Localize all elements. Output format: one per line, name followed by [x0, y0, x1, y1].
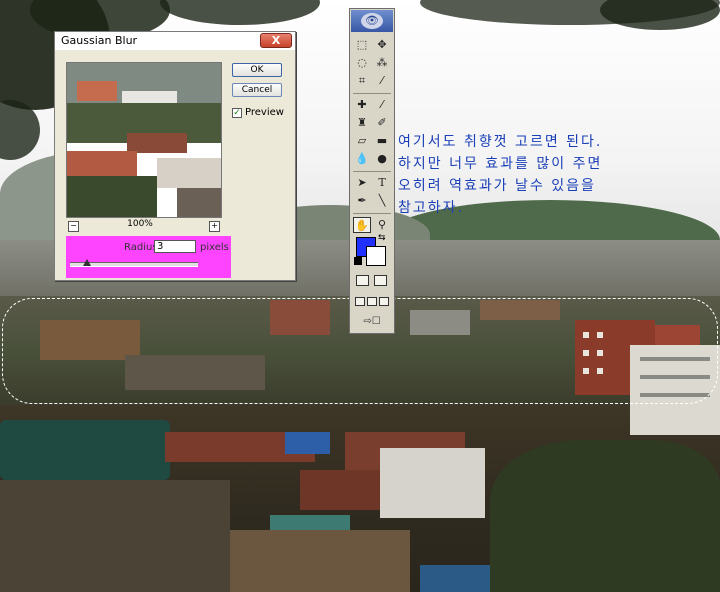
brush-tool-icon[interactable]: ⁄: [373, 97, 391, 113]
dodge-tool-icon[interactable]: ●: [373, 151, 391, 167]
magic-wand-tool-icon[interactable]: ⁂: [373, 55, 391, 71]
cancel-button[interactable]: Cancel: [232, 83, 282, 97]
close-button[interactable]: X: [260, 33, 292, 48]
standard-mode-button[interactable]: [356, 275, 369, 286]
radius-input[interactable]: 3: [154, 240, 196, 253]
house-blue-roof: [285, 432, 330, 454]
note-line: 여기서도 취향껏 고르면 된다.: [398, 134, 603, 150]
tree-foliage: [490, 440, 720, 592]
house-green-roof: [0, 420, 170, 480]
toolbox-divider: [353, 213, 391, 214]
dialog-title: Gaussian Blur: [55, 32, 295, 50]
ok-button[interactable]: OK: [232, 63, 282, 77]
eraser-tool-icon[interactable]: ▱: [353, 133, 371, 149]
crop-tool-icon[interactable]: ⌗: [353, 73, 371, 89]
toolbox-divider: [353, 93, 391, 94]
house: [0, 480, 230, 592]
note-line: 참고하자.: [398, 200, 464, 216]
healing-brush-tool-icon[interactable]: ✚: [353, 97, 371, 113]
standard-screen-button[interactable]: [355, 297, 365, 306]
house-red-roof: [300, 470, 380, 510]
toolbox: 👁 ⬚ ✥ ◌ ⁂ ⌗ ⁄ ✚ ⁄ ♜ ✐ ▱ ▬ 💧 ● ➤ T ✒ ╲ ✋ …: [349, 8, 395, 334]
full-screen-menu-button[interactable]: [367, 297, 377, 306]
zoom-out-button[interactable]: −: [68, 221, 79, 232]
blur-tool-icon[interactable]: 💧: [353, 151, 371, 167]
path-selection-tool-icon[interactable]: ➤: [353, 175, 371, 191]
hand-tool-icon[interactable]: ✋: [353, 217, 371, 233]
radius-slider-thumb[interactable]: [82, 259, 91, 266]
gradient-tool-icon[interactable]: ▬: [373, 133, 391, 149]
annotation-note: 여기서도 취향껏 고르면 된다. 하지만 너무 효과를 많이 주면 오히려 역효…: [398, 131, 718, 219]
note-line: 하지만 너무 효과를 많이 주면: [398, 156, 603, 172]
zoom-level: 100%: [127, 219, 153, 229]
app-logo-icon: 👁: [361, 13, 383, 29]
background-color-swatch[interactable]: [366, 246, 386, 266]
slice-tool-icon[interactable]: ⁄: [373, 73, 391, 89]
toolbox-divider: [353, 171, 391, 172]
toolbox-header[interactable]: 👁: [351, 10, 393, 32]
house: [230, 530, 410, 592]
radius-label: Radius: [124, 242, 158, 253]
swap-colors-icon[interactable]: ⇆: [378, 233, 386, 243]
zoom-tool-icon[interactable]: ⚲: [373, 217, 391, 233]
jump-to-imageready-icon[interactable]: ⇨☐: [357, 316, 387, 328]
radius-unit-label: pixels: [200, 242, 229, 253]
note-line: 오히려 역효과가 날수 있음을: [398, 178, 596, 194]
zoom-in-button[interactable]: +: [209, 221, 220, 232]
radius-panel: Radius 3 pixels: [66, 236, 231, 278]
lasso-tool-icon[interactable]: ◌: [353, 55, 371, 71]
default-colors-icon[interactable]: [354, 257, 362, 265]
blur-preview-image[interactable]: [66, 62, 222, 218]
line-tool-icon[interactable]: ╲: [373, 193, 391, 209]
history-brush-tool-icon[interactable]: ✐: [373, 115, 391, 131]
quick-mask-mode-button[interactable]: [374, 275, 387, 286]
type-tool-icon[interactable]: T: [373, 175, 391, 191]
pen-tool-icon[interactable]: ✒: [353, 193, 371, 209]
gaussian-blur-dialog: Gaussian Blur X − 100% + OK Cancel ✓ Pre…: [54, 31, 296, 281]
house-white: [380, 448, 485, 518]
clone-stamp-tool-icon[interactable]: ♜: [353, 115, 371, 131]
preview-label: Preview: [245, 107, 284, 118]
preview-checkbox[interactable]: ✓: [232, 108, 242, 118]
marquee-tool-icon[interactable]: ⬚: [353, 37, 371, 53]
full-screen-button[interactable]: [379, 297, 389, 306]
move-tool-icon[interactable]: ✥: [373, 37, 391, 53]
